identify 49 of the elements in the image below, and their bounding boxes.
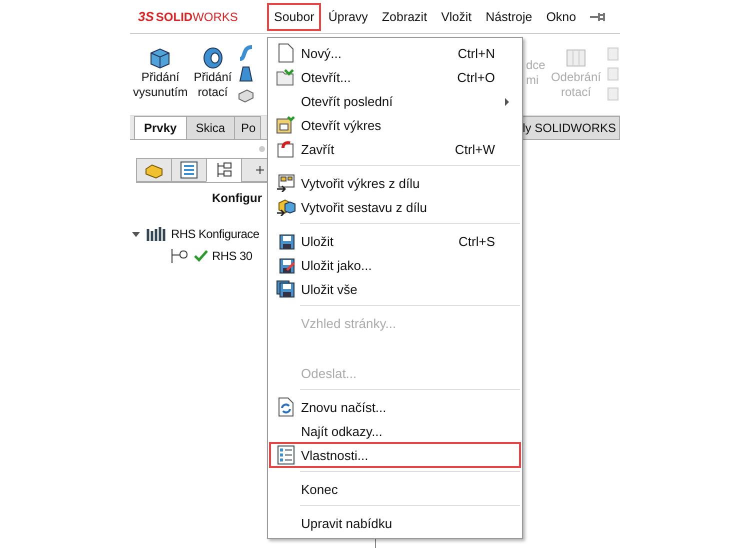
drawing-folder-icon [276, 116, 296, 134]
config-icon [170, 248, 190, 264]
menu-title[interactable]: Soubor [267, 2, 322, 30]
menu-item[interactable]: Uložit vše [270, 277, 520, 301]
panel-heading: Konfigur [212, 191, 263, 205]
ribbon-tab[interactable]: Po [234, 116, 261, 139]
menu-title[interactable]: Nástroje [478, 2, 540, 30]
ribbon-tab[interactable]: Skica [186, 116, 236, 139]
ribbon-button[interactable]: Přidání vysunutím [130, 44, 191, 100]
list-icon [179, 161, 199, 179]
logo-mark: 3S [138, 9, 154, 24]
pin-icon[interactable] [589, 10, 608, 22]
document-icon [277, 43, 295, 63]
submenu-arrow-icon [505, 98, 509, 106]
splitter-handle[interactable] [259, 146, 265, 152]
loft-icon[interactable] [236, 65, 255, 83]
menu-title[interactable]: Úpravy [321, 2, 375, 30]
menu-item[interactable]: Vytvořit sestavu z dílu [270, 195, 520, 219]
menu-item[interactable]: Otevřít... Ctrl+O [270, 65, 520, 89]
ribbon-button[interactable]: Přidání rotací [190, 44, 235, 100]
menu-item[interactable]: Vytvořit výkres z dílu [270, 171, 520, 195]
menu-item[interactable]: Vlastnosti... [270, 443, 520, 467]
menu-item[interactable]: Najít odkazy... [270, 419, 520, 443]
list-icon [277, 445, 295, 465]
bars-icon [146, 226, 168, 242]
menu-item[interactable]: Znovu načíst... [270, 395, 520, 419]
close-document-icon [276, 140, 296, 158]
cubes-icon [276, 198, 296, 216]
floppy-disks-icon [276, 280, 296, 298]
menu-item[interactable]: Upravit nabídku [270, 511, 520, 535]
menu-item[interactable]: Zavřít Ctrl+W [270, 137, 520, 161]
panel-tab[interactable] [171, 158, 207, 182]
folder-icon [276, 68, 296, 86]
drawing-sheet-icon [276, 174, 296, 192]
logo-text: SOLIDWORKS [156, 10, 238, 24]
menu-item[interactable]: Uložit Ctrl+S [270, 229, 520, 253]
menu-title[interactable]: Zobrazit [374, 2, 434, 30]
menu-item[interactable]: Uložit jako... [270, 253, 520, 277]
menu-item[interactable]: Otevřít poslední [270, 89, 520, 113]
reload-document-icon [277, 397, 295, 417]
menu-item[interactable]: Nový... Ctrl+N [270, 41, 520, 65]
menu-title[interactable]: Okno [539, 2, 584, 30]
ribbon-tab[interactable]: Prvky [134, 116, 187, 139]
menu-title[interactable]: Vložit [434, 2, 479, 30]
menu-item[interactable]: Konec [270, 477, 520, 501]
tree-item[interactable]: RHS 30 [212, 249, 252, 263]
expand-arrow-icon[interactable] [132, 232, 140, 236]
tree-item[interactable]: RHS Konfigurace [171, 227, 260, 241]
panel-tab[interactable] [206, 158, 242, 182]
